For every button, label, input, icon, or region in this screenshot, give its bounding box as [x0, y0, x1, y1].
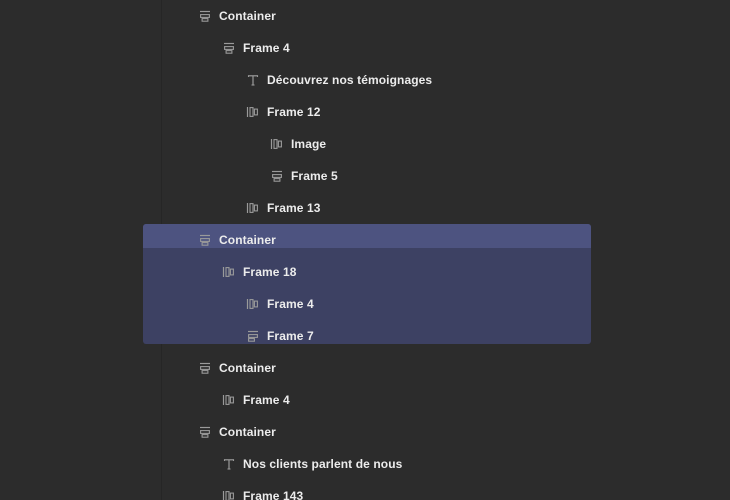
stack-horizontal-icon — [270, 138, 284, 150]
layer-row[interactable]: Frame 18 — [0, 256, 730, 288]
layer-tree: Container Frame 4 Découvrez nos témoignage… — [0, 0, 730, 500]
stack-horizontal-icon — [222, 490, 236, 500]
layer-label: Frame 7 — [267, 329, 314, 343]
layer-label: Découvrez nos témoignages — [267, 73, 433, 87]
stack-horizontal-icon — [246, 298, 260, 310]
stack-vertical-icon — [198, 362, 212, 374]
layer-label: Container — [219, 9, 276, 23]
stack-vertical-icon — [222, 42, 236, 54]
layer-row[interactable]: Container — [0, 0, 730, 32]
stack-horizontal-icon — [246, 106, 260, 118]
layer-label: Frame 12 — [267, 105, 321, 119]
layer-row[interactable]: Frame 4 — [0, 32, 730, 64]
text-icon — [222, 458, 236, 470]
layer-label: Frame 4 — [243, 393, 290, 407]
layer-row[interactable]: Container — [0, 224, 730, 256]
layer-label: Container — [219, 425, 276, 439]
layer-label: Container — [219, 233, 276, 247]
text-icon — [246, 74, 260, 86]
stack-horizontal-icon — [222, 394, 236, 406]
layer-row[interactable]: Frame 4 — [0, 288, 730, 320]
layer-row[interactable]: Frame 13 — [0, 192, 730, 224]
stack-left-align-icon — [246, 330, 260, 342]
layer-label: Frame 13 — [267, 201, 321, 215]
layer-row[interactable]: Frame 143 — [0, 480, 730, 500]
layer-label: Frame 18 — [243, 265, 297, 279]
layer-label: Frame 143 — [243, 489, 304, 500]
stack-horizontal-icon — [246, 202, 260, 214]
layer-label: Frame 5 — [291, 169, 338, 183]
layer-row[interactable]: Image — [0, 128, 730, 160]
layer-row[interactable]: Découvrez nos témoignages — [0, 64, 730, 96]
layer-row[interactable]: Frame 4 — [0, 384, 730, 416]
stack-vertical-icon — [270, 170, 284, 182]
layer-row[interactable]: Container — [0, 416, 730, 448]
stack-horizontal-icon — [222, 266, 236, 278]
layer-row[interactable]: Frame 5 — [0, 160, 730, 192]
layer-label: Container — [219, 361, 276, 375]
stack-vertical-icon — [198, 426, 212, 438]
layer-label: Image — [291, 137, 327, 151]
layer-label: Frame 4 — [267, 297, 314, 311]
layer-row[interactable]: Frame 12 — [0, 96, 730, 128]
layer-row[interactable]: Container — [0, 352, 730, 384]
layer-row[interactable]: Frame 7 — [0, 320, 730, 352]
stack-vertical-icon — [198, 10, 212, 22]
stack-vertical-icon — [198, 234, 212, 246]
layers-panel: Container Frame 4 Découvrez nos témoignage… — [0, 0, 730, 500]
layer-label: Nos clients parlent de nous — [243, 457, 403, 471]
layer-label: Frame 4 — [243, 41, 290, 55]
layer-row[interactable]: Nos clients parlent de nous — [0, 448, 730, 480]
